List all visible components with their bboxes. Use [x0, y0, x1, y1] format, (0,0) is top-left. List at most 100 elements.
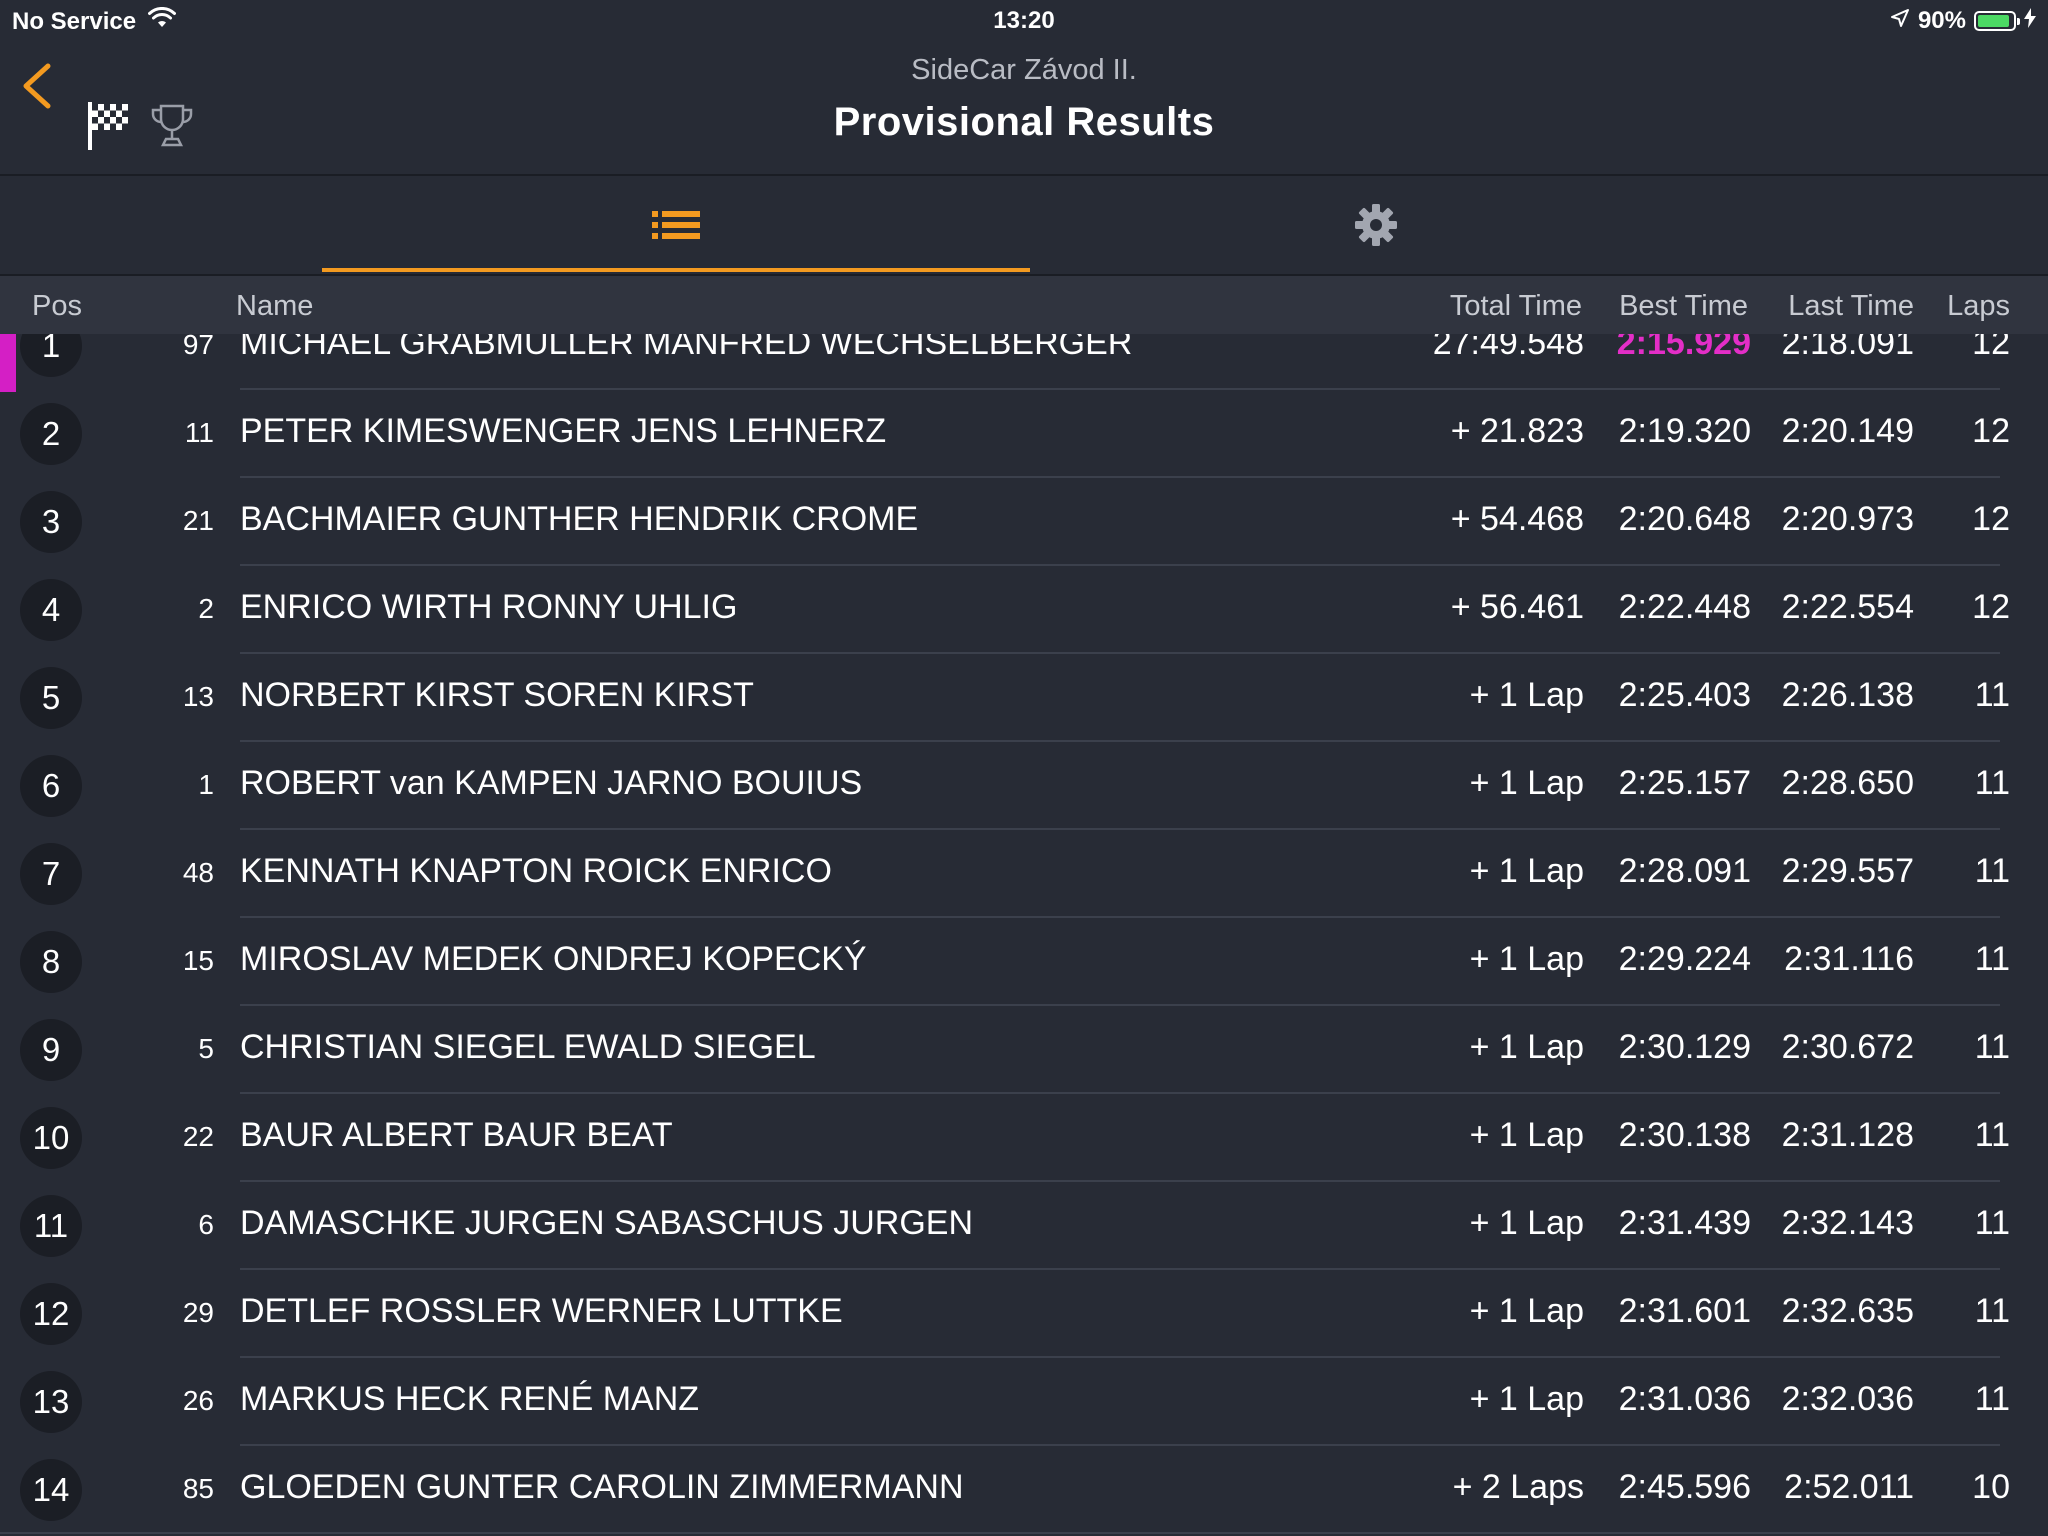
rider-names: MIROSLAV MEDEK ONDREJ KOPECKÝ: [240, 940, 867, 978]
table-row[interactable]: 8 15 MIROSLAV MEDEK ONDREJ KOPECKÝ + 1 Lap 2…: [0, 918, 2048, 1006]
total-time: + 1 Lap: [1469, 1380, 1584, 1418]
total-time: + 1 Lap: [1469, 940, 1584, 978]
start-number: 15: [182, 945, 214, 976]
tab-settings[interactable]: [1022, 176, 1730, 274]
position-badge: 10: [20, 1107, 82, 1169]
rider-names: KENNATH KNAPTON ROICK ENRICO: [240, 852, 832, 890]
table-row[interactable]: 11 6 DAMASCHKE JURGEN SABASCHUS JURGEN + 1 …: [0, 1182, 2048, 1270]
laps-count: 11: [1974, 1380, 2010, 1418]
position-badge: 2: [20, 403, 82, 465]
rider-names: MICHAEL GRABMULLER MANFRED WECHSELBERGER: [240, 334, 1133, 362]
column-best-time[interactable]: Best Time: [1619, 290, 1748, 323]
total-time: + 1 Lap: [1469, 676, 1584, 714]
total-time: + 1 Lap: [1469, 1292, 1584, 1330]
laps-count: 12: [1972, 588, 2010, 626]
position-badge: 12: [20, 1283, 82, 1345]
event-subtitle: SideCar Závod II.: [911, 54, 1137, 86]
table-row[interactable]: 3 21 BACHMAIER GUNTHER HENDRIK CROME + 54.4…: [0, 478, 2048, 566]
table-row[interactable]: 13 26 MARKUS HECK RENÉ MANZ + 1 Lap 2:31.036…: [0, 1358, 2048, 1446]
rider-names: BACHMAIER GUNTHER HENDRIK CROME: [240, 500, 919, 538]
laps-count: 11: [1974, 852, 2010, 890]
table-row[interactable]: 9 5 CHRISTIAN SIEGEL EWALD SIEGEL + 1 Lap 2:…: [0, 1006, 2048, 1094]
table-row[interactable]: 5 13 NORBERT KIRST SOREN KIRST + 1 Lap 2:25.…: [0, 654, 2048, 742]
last-time: 2:28.650: [1781, 764, 1914, 802]
table-row[interactable]: 10 22 BAUR ALBERT BAUR BEAT + 1 Lap 2:30.138…: [0, 1094, 2048, 1182]
last-time: 2:20.149: [1781, 412, 1914, 450]
last-time: 2:18.091: [1781, 334, 1914, 362]
last-time: 2:52.011: [1784, 1468, 1914, 1506]
column-name[interactable]: Name: [236, 290, 313, 323]
total-time: + 54.468: [1450, 500, 1584, 538]
table-row[interactable]: 14 85 GLOEDEN GUNTER CAROLIN ZIMMERMANN + 2…: [0, 1446, 2048, 1534]
rider-names: ROBERT van KAMPEN JARNO BOUIUS: [240, 764, 863, 802]
total-time: + 56.461: [1450, 588, 1584, 626]
position-badge: 9: [20, 1019, 82, 1081]
column-total-time[interactable]: Total Time: [1450, 290, 1582, 323]
rider-names: NORBERT KIRST SOREN KIRST: [240, 676, 754, 714]
table-row[interactable]: 4 2 ENRICO WIRTH RONNY UHLIG + 56.461 2:22.4…: [0, 566, 2048, 654]
position-badge: 6: [20, 755, 82, 817]
total-time: + 1 Lap: [1469, 764, 1584, 802]
total-time: + 1 Lap: [1469, 852, 1584, 890]
total-time: + 1 Lap: [1469, 1028, 1584, 1066]
position-badge: 14: [20, 1459, 82, 1521]
charging-bolt-icon: [2024, 7, 2036, 35]
last-time: 2:32.036: [1781, 1380, 1914, 1418]
best-time: 2:31.601: [1618, 1292, 1751, 1330]
last-time: 2:32.143: [1781, 1204, 1914, 1242]
table-row[interactable]: 6 1 ROBERT van KAMPEN JARNO BOUIUS + 1 Lap 2…: [0, 742, 2048, 830]
location-arrow-icon: [1890, 7, 1910, 35]
column-laps[interactable]: Laps: [1947, 290, 2010, 323]
start-number: 21: [182, 505, 214, 536]
column-last-time[interactable]: Last Time: [1788, 290, 1914, 323]
total-time: + 2 Laps: [1452, 1468, 1584, 1506]
start-number: 5: [198, 1033, 214, 1064]
laps-count: 11: [1974, 940, 2010, 978]
laps-count: 11: [1974, 764, 2010, 802]
best-time: 2:20.648: [1618, 500, 1751, 538]
start-number: 22: [182, 1121, 214, 1152]
rider-names: MARKUS HECK RENÉ MANZ: [240, 1380, 700, 1418]
active-tab-indicator: [322, 268, 1030, 272]
best-time: 2:22.448: [1618, 588, 1751, 626]
results-table[interactable]: 1 97 MICHAEL GRABMULLER MANFRED WECHSELBER…: [0, 334, 2048, 1536]
last-time: 2:26.138: [1781, 676, 1914, 714]
start-number: 97: [182, 334, 214, 360]
start-number: 6: [198, 1209, 214, 1240]
last-time: 2:20.973: [1781, 500, 1914, 538]
position-badge: 4: [20, 579, 82, 641]
position-badge: 8: [20, 931, 82, 993]
rider-names: CHRISTIAN SIEGEL EWALD SIEGEL: [240, 1028, 816, 1066]
rider-names: PETER KIMESWENGER JENS LEHNERZ: [240, 412, 887, 450]
position-badge: 7: [20, 843, 82, 905]
list-icon: [652, 211, 700, 239]
rider-names: DAMASCHKE JURGEN SABASCHUS JURGEN: [240, 1204, 974, 1242]
total-time: + 1 Lap: [1469, 1204, 1584, 1242]
best-time: 2:19.320: [1618, 412, 1751, 450]
start-number: 11: [184, 417, 214, 448]
start-number: 48: [182, 857, 214, 888]
fastest-lap-marker: [0, 334, 16, 392]
results-column-header: Pos Name Total Time Best Time Last Time …: [0, 276, 2048, 334]
best-time: 2:25.157: [1618, 764, 1751, 802]
best-time: 2:15.929: [1616, 334, 1751, 362]
column-pos[interactable]: Pos: [32, 290, 82, 323]
tab-results-list[interactable]: [322, 176, 1030, 274]
table-row[interactable]: 1 97 MICHAEL GRABMULLER MANFRED WECHSELBER…: [0, 334, 2048, 392]
laps-count: 11: [1974, 676, 2010, 714]
position-badge: 11: [20, 1195, 82, 1257]
table-row[interactable]: 7 48 KENNATH KNAPTON ROICK ENRICO + 1 Lap 2:…: [0, 830, 2048, 918]
gear-icon: [1355, 204, 1397, 246]
total-time: 27:49.548: [1432, 334, 1584, 362]
position-badge: 3: [20, 491, 82, 553]
table-row[interactable]: 12 29 DETLEF ROSSLER WERNER LUTTKE + 1 Lap 2…: [0, 1270, 2048, 1358]
laps-count: 10: [1972, 1468, 2010, 1506]
laps-count: 12: [1972, 412, 2010, 450]
rider-names: DETLEF ROSSLER WERNER LUTTKE: [240, 1292, 843, 1330]
navigation-header: SideCar Závod II. Provisional Results: [0, 40, 2048, 176]
table-row[interactable]: 2 11 PETER KIMESWENGER JENS LEHNERZ + 21.82…: [0, 390, 2048, 478]
page-title: Provisional Results: [833, 100, 1215, 144]
last-time: 2:32.635: [1781, 1292, 1914, 1330]
last-time: 2:29.557: [1781, 852, 1914, 890]
laps-count: 11: [1974, 1028, 2010, 1066]
